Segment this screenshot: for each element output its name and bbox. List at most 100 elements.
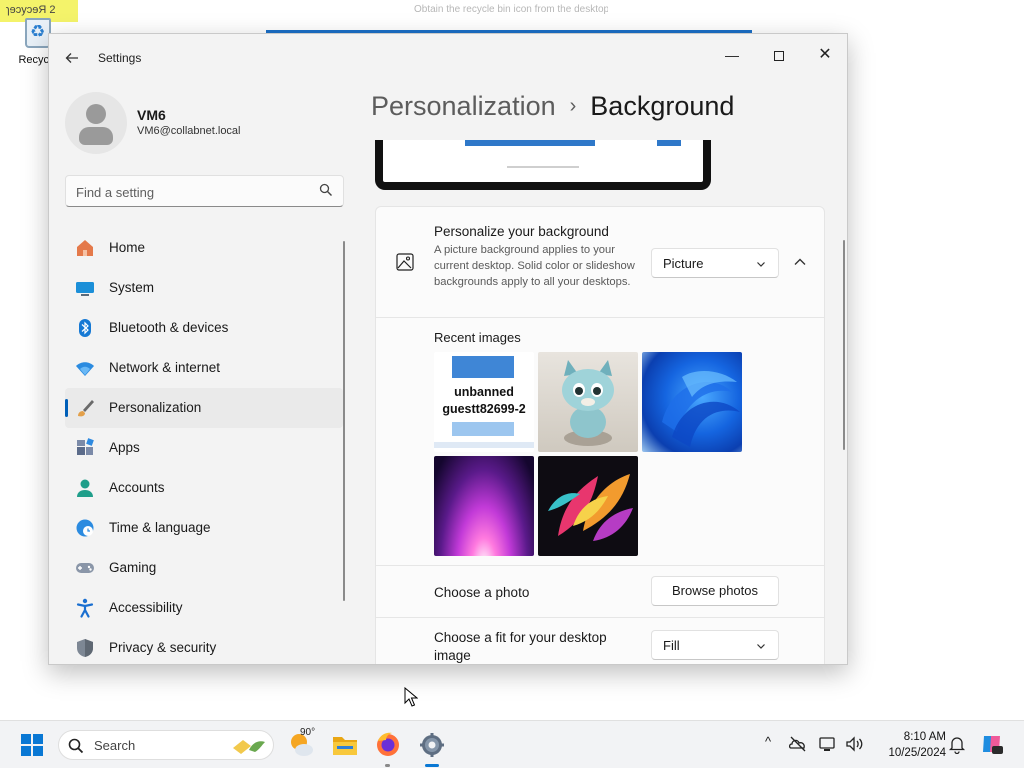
close-button[interactable]: ✕ — [802, 40, 847, 70]
recent-image-3[interactable] — [642, 352, 742, 452]
choose-fit-label: Choose a fit for your desktop image — [434, 630, 607, 663]
tray-overflow-chevron[interactable]: ^ — [758, 734, 778, 754]
settings-app-button[interactable] — [414, 729, 450, 767]
title-bar: Settings — ✕ — [49, 34, 847, 82]
file-explorer-button[interactable] — [327, 729, 363, 761]
app-title: Settings — [98, 51, 142, 65]
user-name: VM6 — [137, 107, 166, 123]
recent-image-5[interactable] — [538, 456, 638, 556]
breadcrumb-separator: › — [569, 95, 577, 117]
apps-icon — [77, 438, 94, 455]
sidebar-item-apps[interactable]: Apps — [65, 428, 343, 468]
sidebar-item-label: Home — [109, 240, 146, 255]
desktop-banner-text: Obtain the recycle bin icon from the des… — [414, 4, 608, 15]
sidebar-item-accessibility[interactable]: Accessibility — [65, 588, 343, 628]
network-icon[interactable] — [818, 734, 838, 754]
clock-globe-icon — [76, 519, 94, 537]
sidebar-item-label: Gaming — [109, 560, 157, 575]
sidebar-item-personalization[interactable]: Personalization — [65, 388, 343, 428]
start-button[interactable] — [15, 729, 51, 761]
sidebar-item-home[interactable]: Home — [65, 228, 343, 268]
chevron-down-icon — [757, 262, 765, 267]
user-avatar[interactable] — [65, 92, 127, 154]
collapse-section-button[interactable] — [790, 253, 810, 271]
search-highlight-icon — [233, 740, 265, 754]
mouse-pointer-icon — [404, 687, 418, 707]
background-type-value: Picture — [663, 256, 704, 271]
sidebar-scrollbar[interactable] — [343, 241, 345, 601]
sidebar-item-network[interactable]: Network & internet — [65, 348, 343, 388]
chevron-up-icon — [794, 258, 806, 265]
wifi-icon — [76, 362, 94, 376]
sidebar-item-gaming[interactable]: Gaming — [65, 548, 343, 588]
user-email: VM6@collabnet.local — [137, 125, 241, 137]
breadcrumb-parent[interactable]: Personalization — [371, 91, 556, 121]
sidebar-item-label: Apps — [109, 440, 140, 455]
shield-icon — [77, 639, 93, 657]
taskbar: Search 90° ^ 8:10 AM 10/25/2024 — [0, 720, 1024, 768]
sidebar-item-accounts[interactable]: Accounts — [65, 468, 343, 508]
recent-image-1[interactable]: unbanned guestt82699-2 — [434, 352, 534, 452]
volume-icon[interactable] — [844, 734, 864, 754]
breadcrumb: Personalization › Background — [371, 91, 734, 122]
accessibility-icon — [76, 598, 94, 618]
windows-bloom-image — [662, 370, 740, 447]
sidebar-item-bluetooth[interactable]: Bluetooth & devices — [65, 308, 343, 348]
bluetooth-icon — [79, 319, 91, 337]
gamepad-icon — [76, 563, 94, 573]
gear-icon — [420, 733, 444, 757]
find-setting-search[interactable] — [65, 175, 344, 207]
avatar-head-icon — [86, 104, 106, 124]
sidebar-item-label: System — [109, 280, 155, 295]
firefox-button[interactable] — [370, 729, 406, 767]
copilot-icon[interactable] — [980, 732, 1004, 756]
sidebar-item-label: Time & language — [109, 520, 211, 535]
system-clock[interactable]: 8:10 AM 10/25/2024 — [872, 729, 946, 761]
avatar-body-icon — [79, 127, 113, 145]
accounts-icon — [77, 479, 93, 497]
browse-photos-button[interactable]: Browse photos — [651, 576, 779, 606]
windows-logo-icon — [21, 734, 43, 756]
personalize-background-title: Personalize your background — [434, 224, 609, 239]
background-type-dropdown[interactable]: Picture — [651, 248, 779, 278]
content-scrollbar[interactable] — [843, 240, 845, 450]
back-button[interactable] — [61, 48, 83, 68]
search-icon — [319, 183, 332, 196]
background-settings-card: Personalize your background A picture ba… — [375, 206, 825, 664]
recent-image-4[interactable] — [434, 456, 534, 556]
search-input[interactable] — [76, 182, 306, 202]
system-icon — [76, 282, 94, 296]
taskbar-search[interactable]: Search — [58, 730, 274, 760]
onedrive-offline-icon[interactable] — [788, 734, 808, 754]
picture-icon — [396, 253, 414, 271]
sidebar-nav: Home System Bluetooth & devices Network … — [65, 228, 343, 664]
chevron-down-icon — [757, 644, 765, 649]
sidebar-item-time-language[interactable]: Time & language — [65, 508, 343, 548]
sidebar-item-label: Accessibility — [109, 600, 183, 615]
clock-date: 10/25/2024 — [888, 747, 946, 759]
sidebar-item-label: Bluetooth & devices — [109, 320, 229, 335]
sidebar-item-label: Personalization — [109, 400, 202, 415]
fit-dropdown[interactable]: Fill — [651, 630, 779, 660]
recent-image-1-caption: unbanned guestt82699-2 — [442, 385, 526, 416]
page-title: Background — [590, 91, 735, 121]
sidebar-item-label: Network & internet — [109, 360, 221, 375]
recent-images-label: Recent images — [434, 330, 521, 345]
fit-value: Fill — [663, 638, 680, 653]
recent-image-2[interactable] — [538, 352, 638, 452]
cat-figure-image — [562, 360, 614, 446]
maximize-button[interactable] — [756, 40, 802, 70]
firefox-icon — [377, 732, 399, 756]
sidebar-item-privacy[interactable]: Privacy & security — [65, 628, 343, 664]
sidebar-item-label: Accounts — [109, 480, 165, 495]
abstract-petals-image — [548, 474, 633, 541]
folder-icon — [333, 737, 357, 755]
minimize-button[interactable]: — — [709, 40, 755, 70]
home-icon — [77, 240, 93, 256]
clock-time: 8:10 AM — [903, 731, 946, 743]
search-icon — [68, 738, 84, 754]
sidebar-item-system[interactable]: System — [65, 268, 343, 308]
sidebar-item-label: Privacy & security — [109, 640, 217, 655]
taskbar-search-label: Search — [94, 738, 136, 753]
notification-bell-icon[interactable] — [947, 734, 967, 754]
